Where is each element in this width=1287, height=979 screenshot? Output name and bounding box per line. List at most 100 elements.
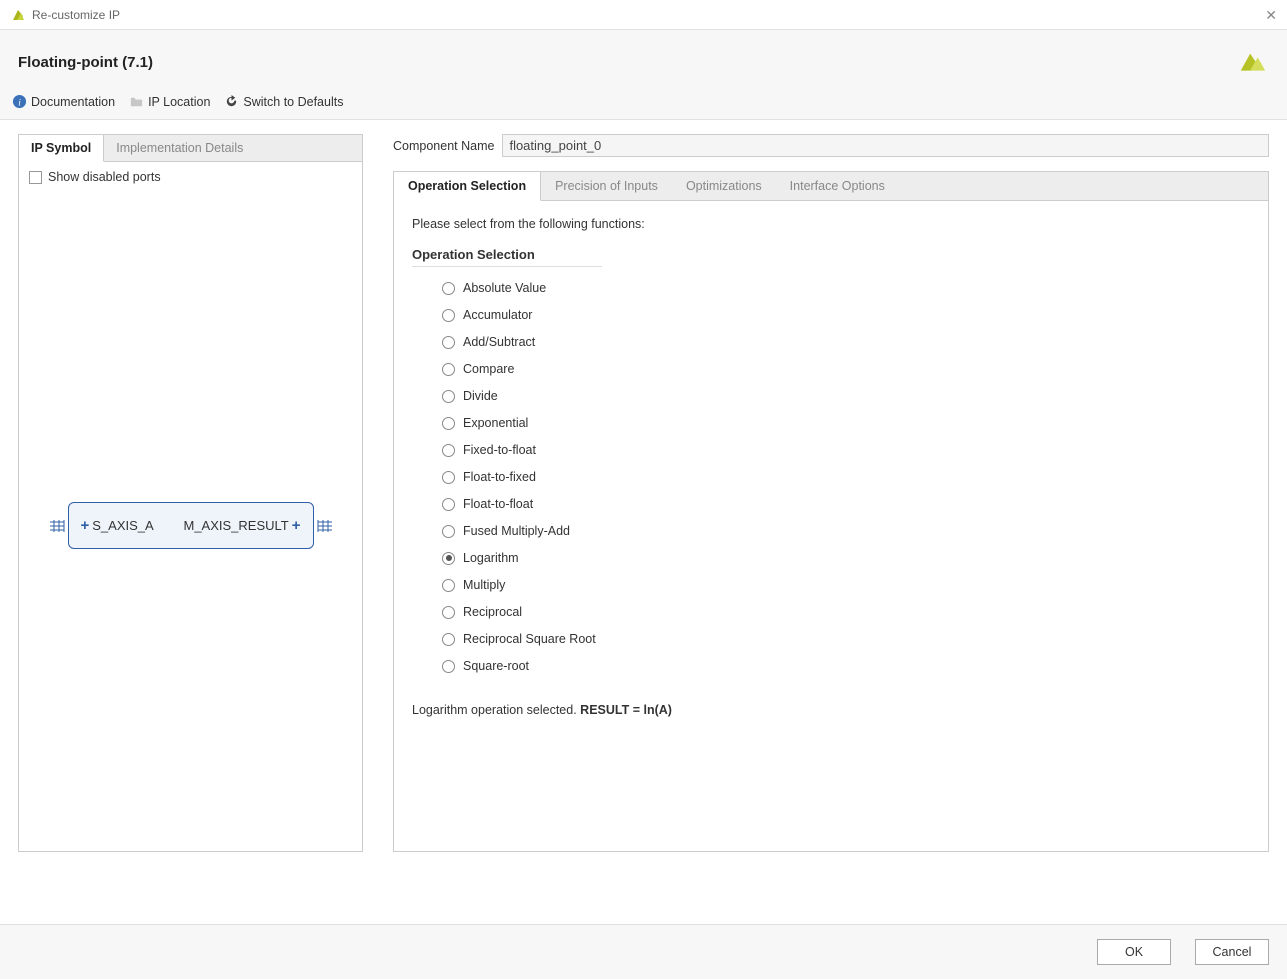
- selection-result-text: Logarithm operation selected. RESULT = l…: [412, 703, 1250, 717]
- operation-radio-float-to-float[interactable]: Float-to-float: [442, 497, 1250, 511]
- radio-icon: [442, 336, 455, 349]
- radio-icon: [442, 498, 455, 511]
- result-prefix: Logarithm operation selected.: [412, 703, 580, 717]
- radio-icon: [442, 390, 455, 403]
- operation-label: Compare: [463, 362, 514, 376]
- radio-icon: [442, 633, 455, 646]
- operation-label: Absolute Value: [463, 281, 546, 295]
- operation-label: Divide: [463, 389, 498, 403]
- left-tabbar: IP Symbol Implementation Details: [19, 135, 362, 162]
- operation-label: Square-root: [463, 659, 529, 673]
- component-name-row: Component Name: [393, 134, 1269, 157]
- vendor-logo-icon: [1237, 48, 1269, 76]
- titlebar: Re-customize IP ✕: [0, 0, 1287, 30]
- config-tabbar: Operation Selection Precision of Inputs …: [394, 172, 1268, 201]
- radio-icon: [442, 525, 455, 538]
- page-title: Floating-point (7.1): [18, 54, 153, 71]
- ok-button[interactable]: OK: [1097, 939, 1171, 965]
- bus-rail-right-icon: [314, 517, 332, 535]
- instruction-text: Please select from the following functio…: [412, 217, 1250, 231]
- operation-radio-fused-multiply-add[interactable]: Fused Multiply-Add: [442, 524, 1250, 538]
- documentation-button[interactable]: i Documentation: [12, 94, 115, 109]
- radio-icon: [442, 552, 455, 565]
- operation-radio-float-to-fixed[interactable]: Float-to-fixed: [442, 470, 1250, 484]
- output-port-label: M_AXIS_RESULT: [183, 518, 288, 533]
- operation-label: Accumulator: [463, 308, 532, 322]
- operation-label: Float-to-fixed: [463, 470, 536, 484]
- toolbar: i Documentation IP Location Switch to De…: [0, 88, 1287, 119]
- operation-radio-reciprocal[interactable]: Reciprocal: [442, 605, 1250, 619]
- operation-label: Float-to-float: [463, 497, 533, 511]
- radio-icon: [442, 417, 455, 430]
- input-port-label: S_AXIS_A: [92, 518, 153, 533]
- ip-location-label: IP Location: [148, 95, 210, 109]
- operation-radio-add-subtract[interactable]: Add/Subtract: [442, 335, 1250, 349]
- cancel-button[interactable]: Cancel: [1195, 939, 1269, 965]
- operation-radio-divide[interactable]: Divide: [442, 389, 1250, 403]
- operation-radio-exponential[interactable]: Exponential: [442, 416, 1250, 430]
- refresh-icon: [224, 94, 239, 109]
- operation-radio-absolute-value[interactable]: Absolute Value: [442, 281, 1250, 295]
- left-body: Show disabled ports + S_AXIS_A M_AXIS_RE…: [19, 162, 362, 851]
- svg-text:i: i: [18, 98, 21, 108]
- tab-interface-options[interactable]: Interface Options: [776, 172, 899, 200]
- radio-icon: [442, 660, 455, 673]
- folder-icon: [129, 94, 144, 109]
- component-name-label: Component Name: [393, 139, 494, 153]
- left-panel: IP Symbol Implementation Details Show di…: [18, 134, 363, 852]
- operation-radio-group: Absolute Value Accumulator Add/Subtract Com…: [412, 281, 1250, 673]
- radio-icon: [442, 444, 455, 457]
- operation-label: Fused Multiply-Add: [463, 524, 570, 538]
- component-name-input[interactable]: [502, 134, 1269, 157]
- switch-defaults-label: Switch to Defaults: [243, 95, 343, 109]
- radio-icon: [442, 363, 455, 376]
- radio-icon: [442, 282, 455, 295]
- app-icon: [10, 7, 26, 23]
- ip-symbol-diagram: + S_AXIS_A M_AXIS_RESULT +: [19, 502, 362, 549]
- radio-icon: [442, 606, 455, 619]
- config-body: Please select from the following functio…: [394, 201, 1268, 733]
- tab-operation-selection[interactable]: Operation Selection: [394, 172, 541, 201]
- footer: OK Cancel: [0, 924, 1287, 979]
- bus-rail-left-icon: [50, 517, 68, 535]
- radio-icon: [442, 471, 455, 484]
- operation-radio-fixed-to-float[interactable]: Fixed-to-float: [442, 443, 1250, 457]
- output-port[interactable]: M_AXIS_RESULT +: [183, 517, 300, 534]
- operation-radio-reciprocal-square-root[interactable]: Reciprocal Square Root: [442, 632, 1250, 646]
- operation-radio-multiply[interactable]: Multiply: [442, 578, 1250, 592]
- right-panel: Component Name Operation Selection Preci…: [393, 134, 1269, 852]
- operation-label: Reciprocal Square Root: [463, 632, 596, 646]
- header-area: Floating-point (7.1) i Documentation IP …: [0, 30, 1287, 120]
- config-panel: Operation Selection Precision of Inputs …: [393, 171, 1269, 852]
- expand-icon: +: [292, 517, 301, 534]
- operation-label: Logarithm: [463, 551, 519, 565]
- tab-precision-of-inputs[interactable]: Precision of Inputs: [541, 172, 672, 200]
- documentation-label: Documentation: [31, 95, 115, 109]
- operation-group-label: Operation Selection: [412, 247, 602, 267]
- radio-icon: [442, 309, 455, 322]
- checkbox-icon: [29, 171, 42, 184]
- tab-implementation-details[interactable]: Implementation Details: [104, 135, 256, 161]
- operation-radio-square-root[interactable]: Square-root: [442, 659, 1250, 673]
- operation-label: Exponential: [463, 416, 528, 430]
- radio-icon: [442, 579, 455, 592]
- result-formula: RESULT = ln(A): [580, 703, 672, 717]
- operation-radio-compare[interactable]: Compare: [442, 362, 1250, 376]
- tab-ip-symbol[interactable]: IP Symbol: [19, 135, 104, 162]
- operation-radio-logarithm[interactable]: Logarithm: [442, 551, 1250, 565]
- tab-optimizations[interactable]: Optimizations: [672, 172, 776, 200]
- operation-label: Multiply: [463, 578, 505, 592]
- show-disabled-ports-label: Show disabled ports: [48, 170, 161, 184]
- show-disabled-ports-checkbox[interactable]: Show disabled ports: [29, 170, 352, 184]
- switch-defaults-button[interactable]: Switch to Defaults: [224, 94, 343, 109]
- main-area: IP Symbol Implementation Details Show di…: [0, 120, 1287, 870]
- operation-label: Reciprocal: [463, 605, 522, 619]
- ip-block: + S_AXIS_A M_AXIS_RESULT +: [68, 502, 314, 549]
- ip-location-button[interactable]: IP Location: [129, 94, 210, 109]
- window-title: Re-customize IP: [32, 8, 120, 22]
- close-icon[interactable]: ✕: [1265, 7, 1277, 24]
- expand-icon: +: [81, 517, 90, 534]
- operation-radio-accumulator[interactable]: Accumulator: [442, 308, 1250, 322]
- input-port[interactable]: + S_AXIS_A: [81, 517, 154, 534]
- operation-label: Fixed-to-float: [463, 443, 536, 457]
